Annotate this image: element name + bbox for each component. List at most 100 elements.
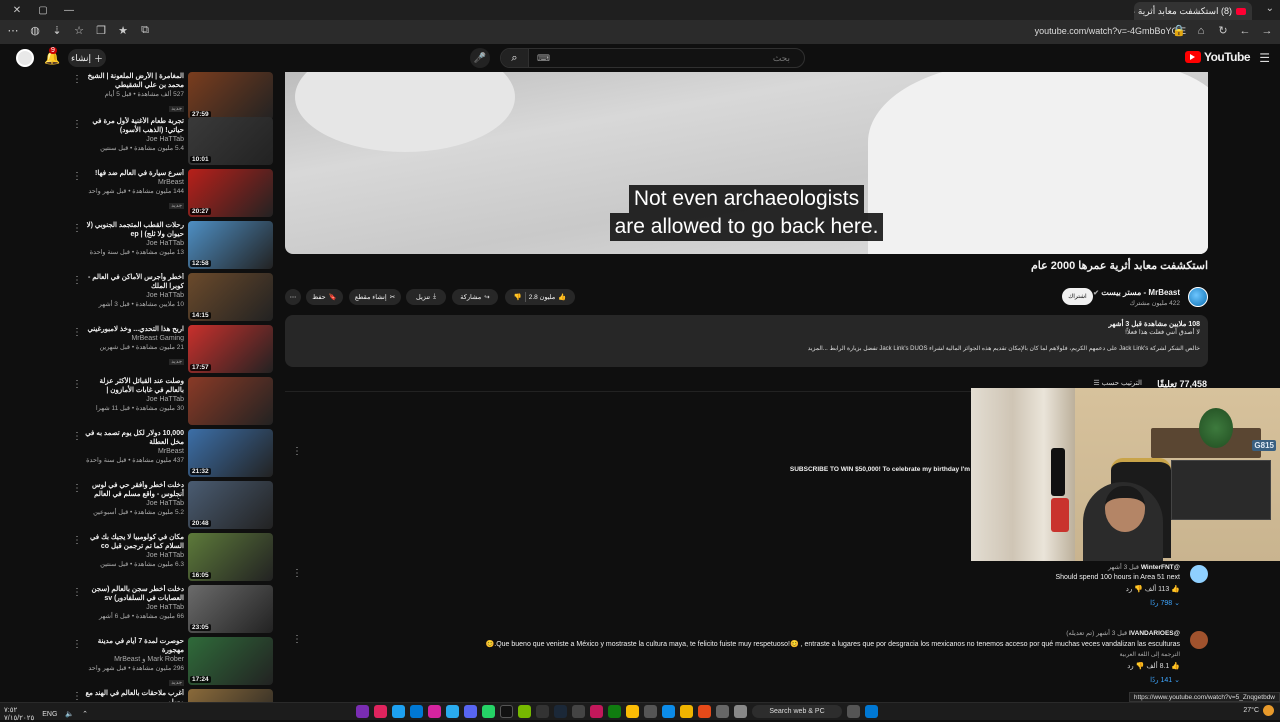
app-icon[interactable] xyxy=(356,705,369,718)
related-video-thumbnail[interactable]: 17:57 xyxy=(188,325,273,373)
more-options-icon[interactable]: ⋮ xyxy=(72,691,82,702)
comment-time[interactable]: قبل 3 أشهر (تم تعديله) xyxy=(1066,630,1127,637)
related-video-item[interactable]: ⋮ أخطر وأجرس الأماكن في العالم - كوبرا ال… xyxy=(60,273,276,321)
video-description[interactable]: 108 ملايين مشاهدة قبل 3 أشهر لا أصدق أنن… xyxy=(285,315,1208,367)
browser-tab[interactable]: (8) استكشفت معابد أثرية عمرها ✕ xyxy=(1134,2,1252,20)
related-video-thumbnail[interactable]: 21:32 xyxy=(188,429,273,477)
comment-author[interactable]: @WinterFNT xyxy=(1141,564,1180,571)
view-replies-button[interactable]: ⌄ 141 ردًا xyxy=(460,676,1180,684)
more-options-icon[interactable]: ⋮ xyxy=(72,639,82,650)
related-video-thumbnail[interactable]: 14:15 xyxy=(188,273,273,321)
chrome-icon[interactable] xyxy=(626,705,639,718)
volume-icon[interactable]: 🔈 xyxy=(65,710,74,718)
comment-time[interactable]: قبل 3 أشهر xyxy=(1108,564,1139,571)
like-count[interactable]: 2.8 مليون xyxy=(529,293,556,301)
like-icon[interactable]: 👍 xyxy=(1171,586,1180,593)
app-icon[interactable] xyxy=(590,705,603,718)
url-field[interactable]: youtube.com/watch?v=-4GmbBoYCjE xyxy=(1035,26,1186,36)
like-icon[interactable]: 👍 xyxy=(1171,663,1180,670)
related-video-item[interactable]: ⋮ مكان في كولومبيا لا يجيك بك في السلام ك… xyxy=(60,533,276,581)
browser-menu-icon[interactable]: ⋯ xyxy=(2,24,24,37)
account-avatar[interactable] xyxy=(16,49,34,67)
more-options-icon[interactable]: ⋮ xyxy=(72,587,82,598)
download-button[interactable]: تنزيل ⤓ xyxy=(406,289,446,305)
voice-search-icon[interactable]: 🎤 xyxy=(470,48,490,68)
like-icon[interactable]: 👍 xyxy=(558,293,566,301)
create-button[interactable]: إنشاء ＋ xyxy=(68,49,106,67)
related-video-item[interactable]: ⋮ 10,000 دولار لكل يوم تصمد به في مخل الع… xyxy=(60,429,276,477)
file-explorer-icon[interactable] xyxy=(680,705,693,718)
nvidia-icon[interactable] xyxy=(518,705,531,718)
sort-comments-button[interactable]: الترتيب حسب ☰ xyxy=(1093,379,1142,387)
view-replies-button[interactable]: ⌄ 798 ردًا xyxy=(880,599,1180,607)
downloads-icon[interactable]: ⇣ xyxy=(46,24,68,37)
notifications-bell-icon[interactable]: 🔔 9 xyxy=(44,47,60,66)
more-options-icon[interactable]: ⋮ xyxy=(72,379,82,390)
dislike-icon[interactable]: 👎 xyxy=(1136,663,1145,670)
taskbar-weather[interactable]: 27°C xyxy=(1243,705,1274,716)
related-video-thumbnail[interactable]: 20:48 xyxy=(188,481,273,529)
page-action-icon[interactable]: ⧉ xyxy=(134,24,156,37)
comment-avatar[interactable] xyxy=(1190,631,1208,649)
instagram-icon[interactable] xyxy=(428,705,441,718)
comment-avatar[interactable] xyxy=(1190,565,1208,583)
back-icon[interactable]: → xyxy=(1256,25,1278,37)
more-options-icon[interactable]: ⋮ xyxy=(72,275,82,286)
more-actions-icon[interactable]: ⋯ xyxy=(285,289,301,305)
related-video-item[interactable]: ⋮ حوصرت لمدة 7 أيام في مدينة مهجورة Mark R… xyxy=(60,637,276,686)
clip-button[interactable]: إنشاء مقطع ✂ xyxy=(349,289,401,305)
dislike-icon[interactable]: 👎 xyxy=(514,293,522,301)
related-video-item[interactable]: ⋮ دخلت أخطر وأفقر حي في لوس أنجلوس - واقع… xyxy=(60,481,276,529)
language-indicator[interactable]: ENG xyxy=(42,711,57,718)
more-options-icon[interactable]: ⋮ xyxy=(72,535,82,546)
more-options-icon[interactable]: ⋮ xyxy=(72,327,82,338)
app-icon[interactable] xyxy=(698,705,711,718)
subscribe-button[interactable]: اشتراك xyxy=(1062,288,1093,305)
keyboard-icon[interactable]: ⌨ xyxy=(537,53,550,64)
mail-icon[interactable] xyxy=(410,705,423,718)
youtube-logo[interactable]: YouTube xyxy=(1184,50,1251,64)
taskbar-search[interactable]: Search web & PC xyxy=(752,705,842,718)
more-options-icon[interactable]: ⋮ xyxy=(292,446,302,457)
discord-icon[interactable] xyxy=(464,705,477,718)
reload-icon[interactable]: ↻ xyxy=(1212,24,1234,37)
related-video-thumbnail[interactable]: 23:05 xyxy=(188,585,273,633)
whatsapp-icon[interactable] xyxy=(482,705,495,718)
app-icon[interactable] xyxy=(644,705,657,718)
save-button[interactable]: حفظ 🔖 xyxy=(306,289,343,305)
channel-name[interactable]: MrBeast - مستر بيست ✔ xyxy=(1093,288,1180,297)
more-options-icon[interactable]: ⋮ xyxy=(72,431,82,442)
tab-menu-icon[interactable]: ⌄ xyxy=(1266,3,1274,14)
xbox-icon[interactable] xyxy=(608,705,621,718)
related-video-item[interactable]: ⋮ تجربة طعام الأغنية لأول مرة في حياتي! (… xyxy=(60,117,276,165)
close-window-icon[interactable]: ✕ xyxy=(4,5,30,16)
twitter-icon[interactable] xyxy=(392,705,405,718)
tiktok-icon[interactable] xyxy=(500,705,513,718)
more-options-icon[interactable]: ⋮ xyxy=(72,223,82,234)
related-video-item[interactable]: ⋮ رحلات القطب المتجمد الجنوبي (لا حيوان و… xyxy=(60,221,276,269)
hamburger-menu-icon[interactable]: ☰ xyxy=(1259,51,1270,65)
share-button[interactable]: مشاركة ↪ xyxy=(452,289,498,305)
comment-author[interactable]: @IVANDARIOES xyxy=(1129,630,1180,637)
extensions-icon[interactable]: ◍ xyxy=(24,24,46,37)
task-view-icon[interactable] xyxy=(847,705,860,718)
related-video-thumbnail[interactable]: 10:01 xyxy=(188,117,273,165)
lock-icon[interactable]: 🔒 xyxy=(1168,24,1190,37)
forward-icon[interactable]: ← xyxy=(1234,25,1256,37)
edge-icon[interactable] xyxy=(662,705,675,718)
reply-button[interactable]: رد xyxy=(1127,663,1134,670)
related-video-thumbnail[interactable]: 16:05 xyxy=(188,533,273,581)
related-video-item[interactable]: ⋮أغرب ملاحقات بالعالم في الهند مع مسلم xyxy=(60,689,276,702)
related-video-item[interactable]: ⋮ أسرع سيارة في العالم ضد فها! MrBeast 144 … xyxy=(60,169,276,217)
dislike-icon[interactable]: 👎 xyxy=(1134,586,1143,593)
app-icon[interactable] xyxy=(734,705,747,718)
video-player[interactable]: Not even archaeologists are allowed to g… xyxy=(285,72,1208,254)
related-video-item[interactable]: ⋮ اربح هذا التحدي... وخذ لامبورغيني MrBeas… xyxy=(60,325,276,373)
minimize-window-icon[interactable]: — xyxy=(56,5,82,16)
more-options-icon[interactable]: ⋮ xyxy=(292,568,302,579)
channel-avatar[interactable] xyxy=(1188,287,1208,307)
steam-icon[interactable] xyxy=(554,705,567,718)
related-video-thumbnail[interactable]: 20:27 xyxy=(188,169,273,217)
home-icon[interactable]: ⌂ xyxy=(1190,25,1212,37)
app-icon[interactable] xyxy=(374,705,387,718)
